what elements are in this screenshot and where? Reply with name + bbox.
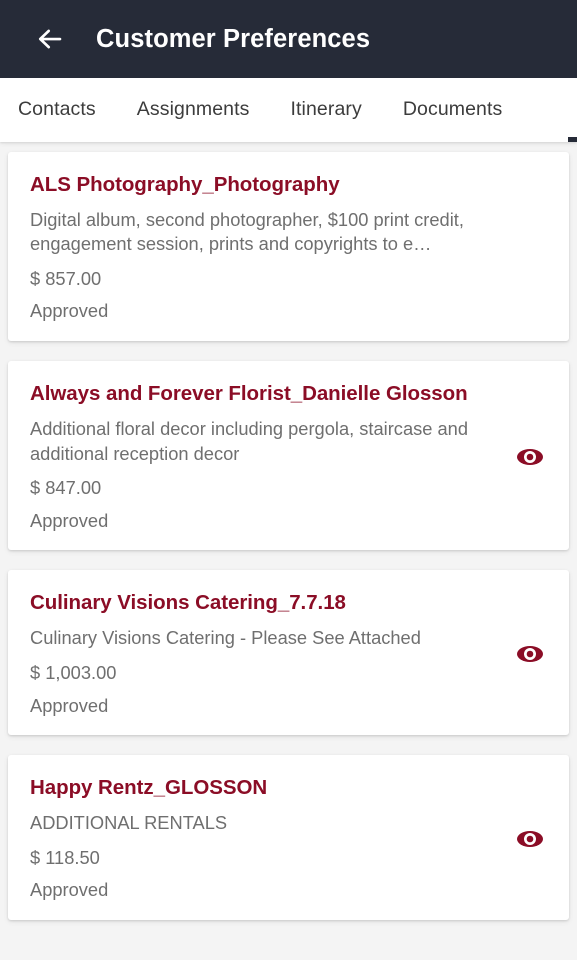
list-item[interactable]: Always and Forever Florist_Danielle Glos… bbox=[8, 361, 569, 551]
status-badge: Approved bbox=[30, 879, 109, 901]
vendor-price: $ 857.00 bbox=[30, 267, 102, 289]
eye-icon bbox=[516, 640, 544, 668]
tab-bar: Contacts Assignments Itinerary Documents bbox=[0, 78, 577, 142]
card-content: Happy Rentz_GLOSSON ADDITIONAL RENTALS $… bbox=[30, 775, 507, 902]
list-item[interactable]: Culinary Visions Catering_7.7.18 Culinar… bbox=[8, 570, 569, 736]
list-item[interactable]: Happy Rentz_GLOSSON ADDITIONAL RENTALS $… bbox=[8, 755, 569, 921]
app-bar: Customer Preferences bbox=[0, 0, 577, 78]
card-content: Always and Forever Florist_Danielle Glos… bbox=[30, 381, 507, 532]
preferences-list[interactable]: ALS Photography_Photography Digital albu… bbox=[0, 142, 577, 960]
view-details-button[interactable] bbox=[513, 640, 547, 668]
card-content: ALS Photography_Photography Digital albu… bbox=[30, 172, 507, 323]
vendor-title: Culinary Visions Catering_7.7.18 bbox=[30, 591, 346, 615]
tab-itinerary[interactable]: Itinerary bbox=[291, 98, 362, 123]
tab-indicator bbox=[568, 137, 577, 142]
vendor-price: $ 118.50 bbox=[30, 846, 100, 868]
eye-icon bbox=[516, 443, 544, 471]
list-item[interactable]: ALS Photography_Photography Digital albu… bbox=[8, 152, 569, 342]
vendor-title: Happy Rentz_GLOSSON bbox=[30, 776, 268, 800]
app-screen: Customer Preferences Contacts Assignment… bbox=[0, 0, 577, 960]
back-button[interactable] bbox=[28, 17, 72, 61]
vendor-price: $ 847.00 bbox=[30, 476, 102, 498]
vendor-description: ADDITIONAL RENTALS bbox=[30, 812, 228, 834]
eye-icon bbox=[516, 825, 544, 853]
arrow-left-icon bbox=[35, 24, 65, 54]
view-details-button[interactable] bbox=[513, 825, 547, 853]
page-title: Customer Preferences bbox=[96, 24, 371, 53]
status-badge: Approved bbox=[30, 694, 109, 716]
vendor-description: Culinary Visions Catering - Please See A… bbox=[30, 627, 421, 649]
vendor-price: $ 1,003.00 bbox=[30, 661, 117, 683]
view-details-button[interactable] bbox=[513, 443, 547, 471]
tab-contacts[interactable]: Contacts bbox=[18, 98, 96, 123]
vendor-description: Digital album, second photographer, $100… bbox=[30, 209, 464, 255]
vendor-description: Additional floral decor including pergol… bbox=[30, 418, 469, 464]
status-badge: Approved bbox=[30, 300, 109, 322]
tab-assignments[interactable]: Assignments bbox=[137, 98, 250, 123]
tab-documents[interactable]: Documents bbox=[403, 98, 503, 123]
status-badge: Approved bbox=[30, 509, 109, 531]
card-content: Culinary Visions Catering_7.7.18 Culinar… bbox=[30, 590, 507, 717]
vendor-title: Always and Forever Florist_Danielle Glos… bbox=[30, 382, 468, 406]
vendor-title: ALS Photography_Photography bbox=[30, 173, 340, 196]
